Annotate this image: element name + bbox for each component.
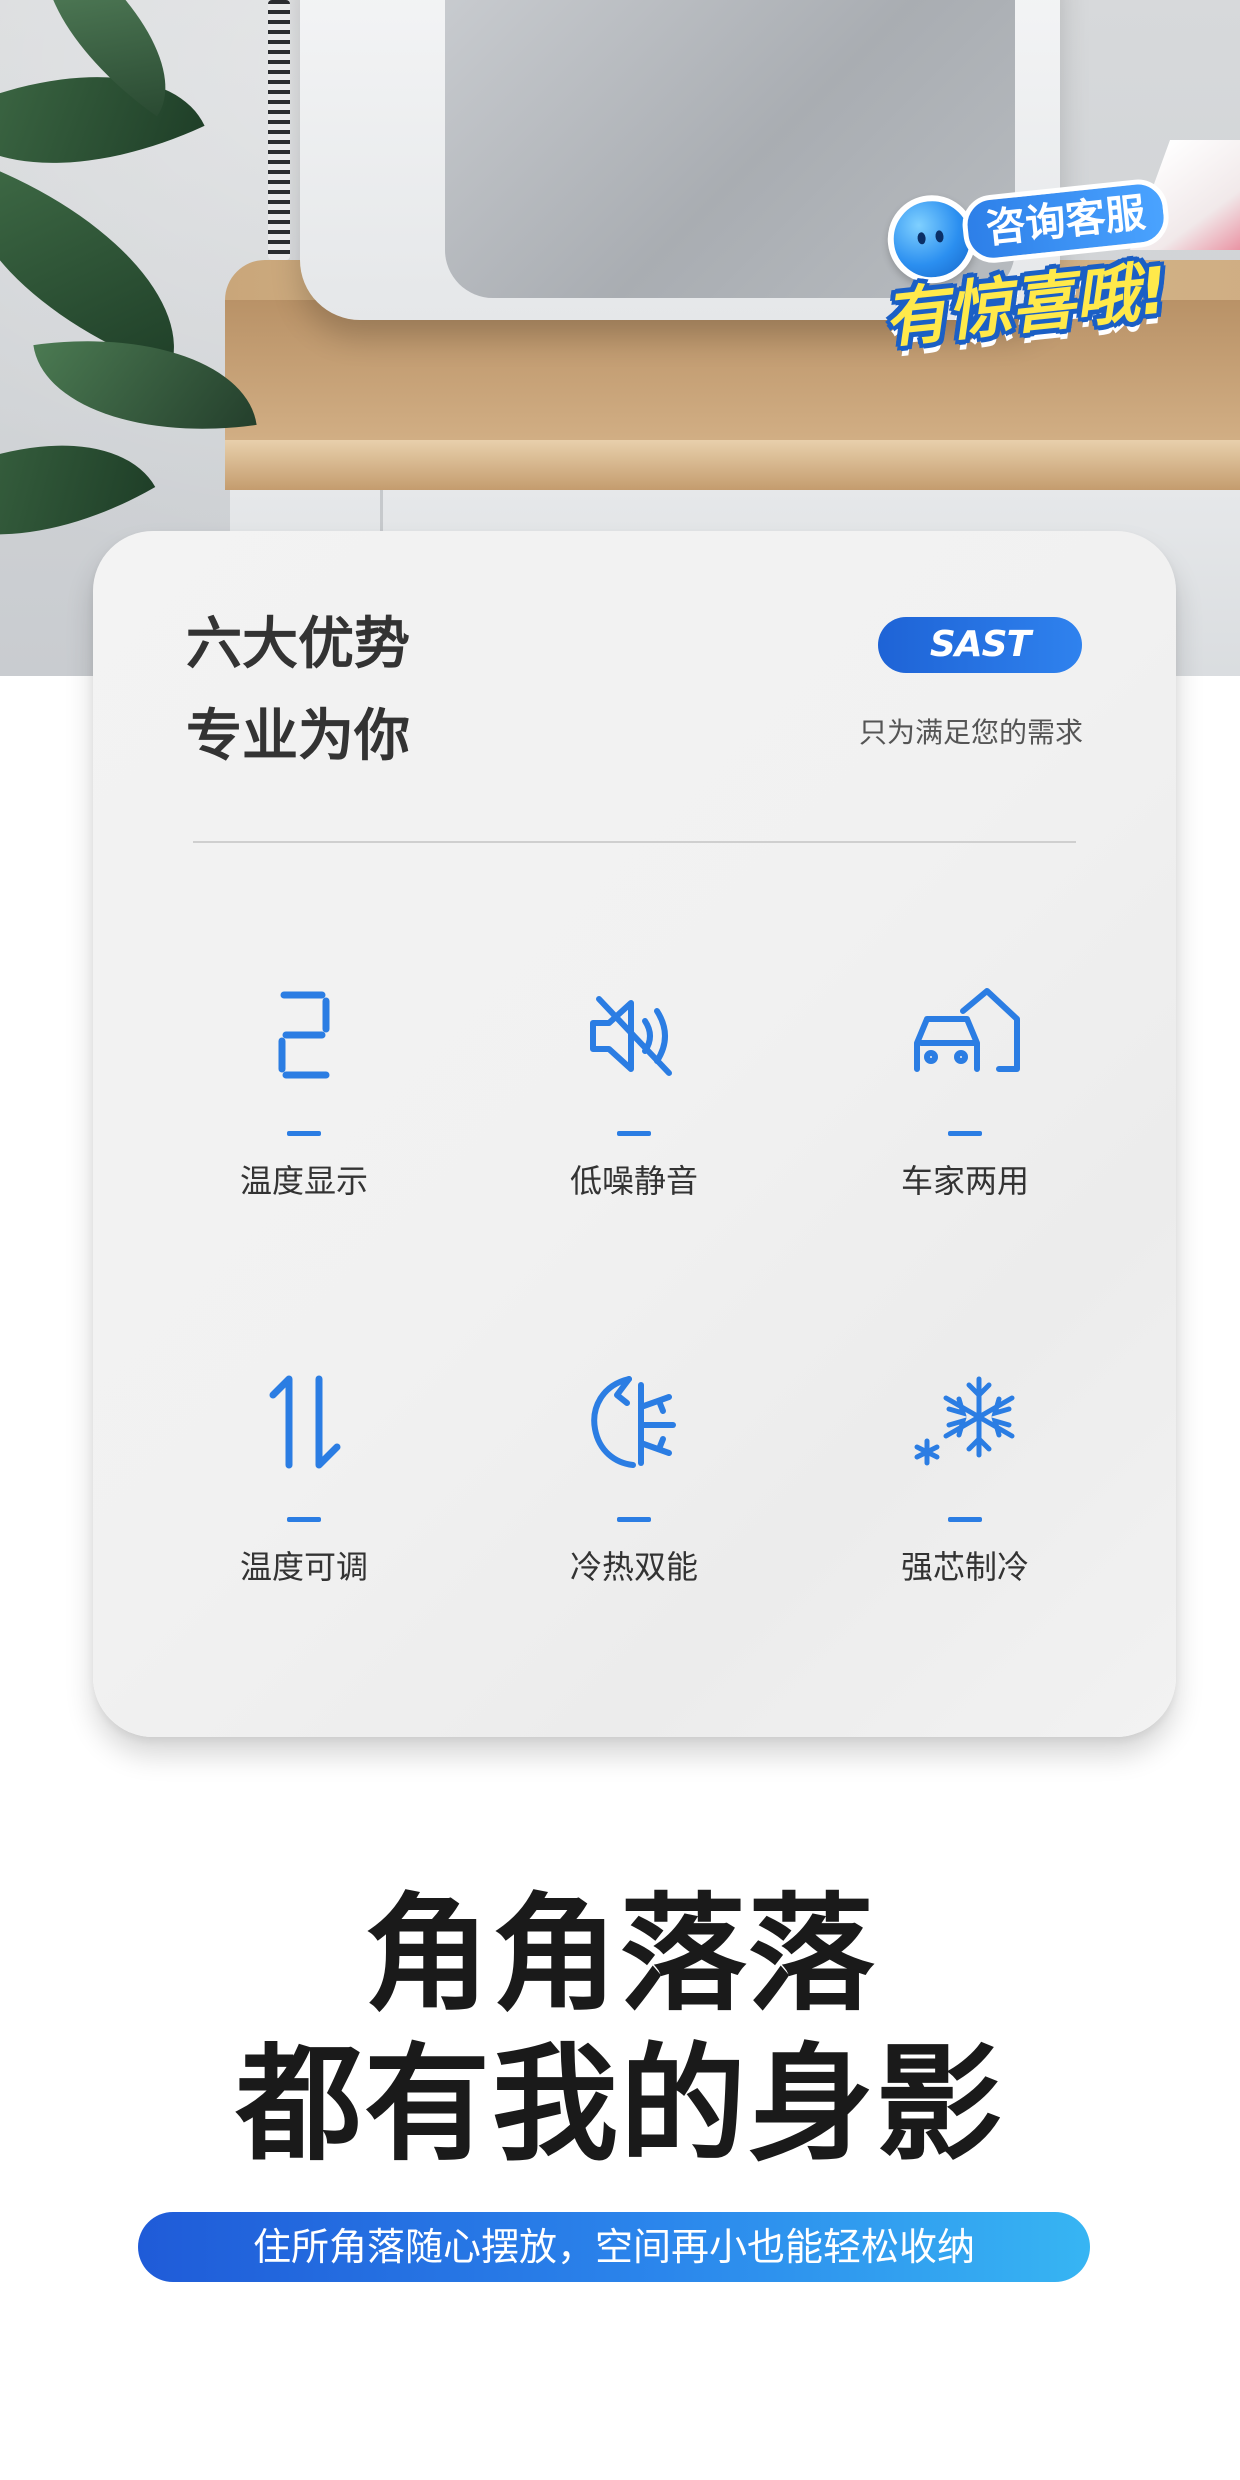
card-title: 六大优势 专业为你 (186, 599, 586, 783)
feature-dash (287, 1517, 321, 1522)
feature-label: 车家两用 (900, 1162, 1029, 1200)
feature-dash (948, 1131, 982, 1136)
snowflake-icon (914, 1376, 1015, 1466)
feature-label: 低噪静音 (569, 1162, 698, 1200)
headline-line1: 角角落落 (364, 1881, 876, 2028)
feature-adjustable-temperature: 温度可调 (174, 1367, 434, 1588)
digit-display-icon (278, 991, 330, 1079)
feature-dash (617, 1131, 651, 1136)
customer-service-badge[interactable]: 咨询客服 有惊喜哦! (862, 153, 1218, 357)
table-edge (225, 440, 1240, 490)
car-home-icon (914, 988, 1020, 1072)
feature-car-home: 车家两用 (835, 981, 1095, 1202)
divider (193, 841, 1076, 843)
feature-low-noise: 低噪静音 (504, 981, 764, 1202)
up-down-arrows-icon (269, 1375, 341, 1469)
advantages-card: 六大优势 专业为你 SAST 只为满足您的需求 温度显示 低噪静音 车家两用 温… (93, 531, 1176, 1737)
feature-strong-cooling: 强芯制冷 (835, 1367, 1095, 1588)
feature-label: 温度可调 (239, 1548, 368, 1586)
card-title-line1: 六大优势 (186, 612, 410, 677)
headline: 角角落落 都有我的身影 (0, 1880, 1240, 2180)
feature-label: 温度显示 (239, 1162, 368, 1200)
feature-dash (617, 1517, 651, 1522)
feature-label: 冷热双能 (569, 1548, 698, 1586)
card-subtitle: 只为满足您的需求 (858, 716, 1083, 749)
feature-hot-cold: 冷热双能 (504, 1367, 764, 1588)
feature-dash (287, 1131, 321, 1136)
brand-logo: SAST (878, 617, 1082, 673)
fridge-vent (268, 0, 290, 260)
tagline-pill: 住所角落随心摆放，空间再小也能轻松收纳 (138, 2212, 1090, 2282)
feature-label: 强芯制冷 (900, 1548, 1029, 1586)
card-title-line2: 专业为你 (186, 704, 410, 769)
feature-temperature-display: 温度显示 (174, 981, 434, 1202)
hot-cold-icon (591, 1376, 676, 1468)
mute-speaker-icon (590, 996, 672, 1076)
feature-dash (948, 1517, 982, 1522)
headline-line2: 都有我的身影 (236, 2031, 1004, 2178)
